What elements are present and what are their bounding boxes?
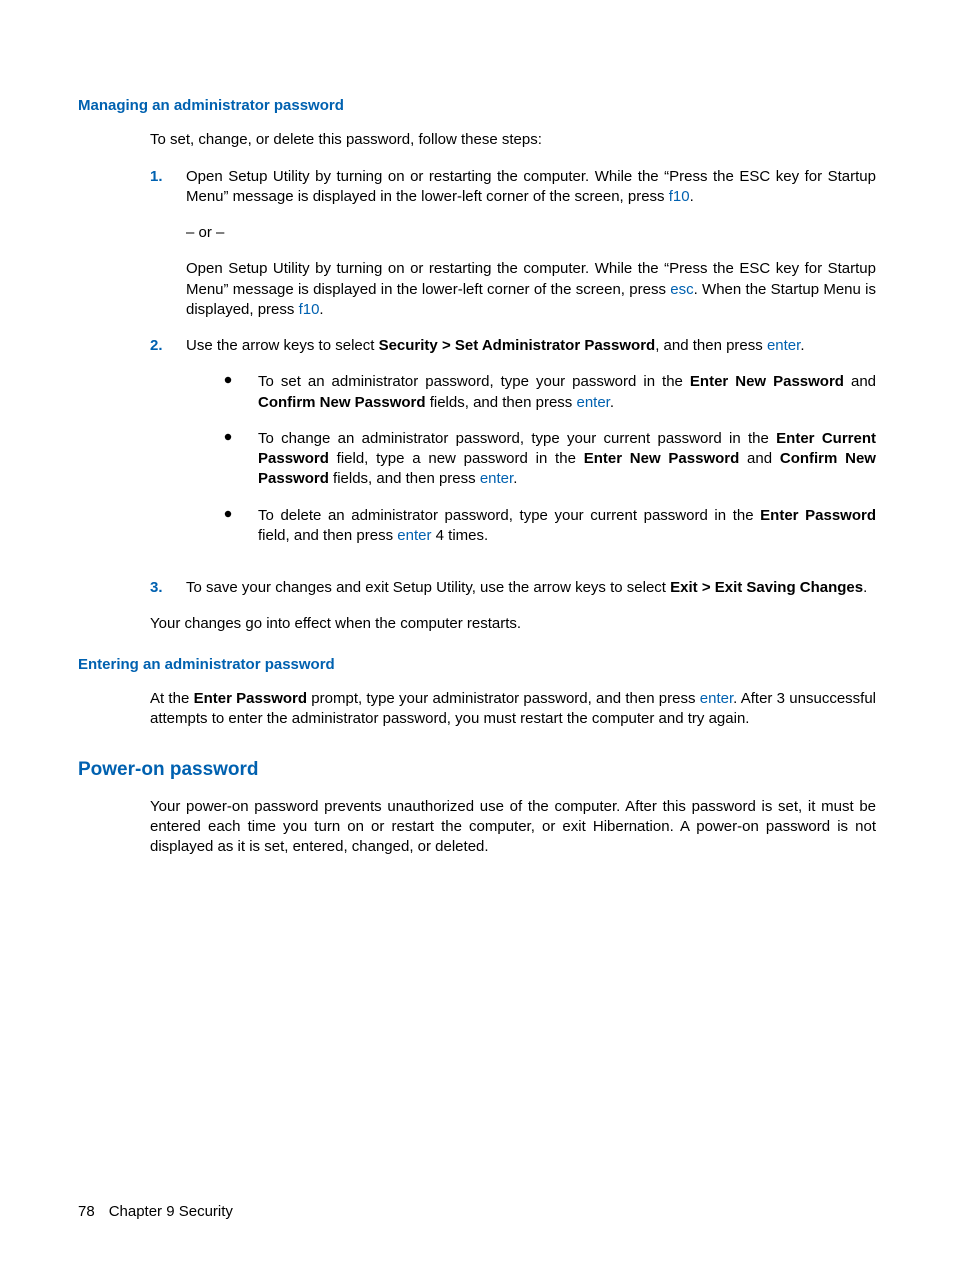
key-esc: esc <box>670 281 693 298</box>
key-f10: f10 <box>299 301 320 318</box>
document-page: Managing an administrator password To se… <box>0 0 954 858</box>
step-number: 3. <box>150 578 186 598</box>
step-body: Open Setup Utility by turning on or rest… <box>186 167 876 321</box>
heading-managing-admin-password: Managing an administrator password <box>78 96 876 116</box>
page-footer: 78 Chapter 9 Security <box>78 1202 233 1222</box>
step-2-paragraph: Use the arrow keys to select Security > … <box>186 336 876 356</box>
step-1: 1. Open Setup Utility by turning on or r… <box>150 167 876 321</box>
step-1-paragraph-2: Open Setup Utility by turning on or rest… <box>186 259 876 320</box>
key-enter: enter <box>576 394 609 411</box>
bullet-body: To delete an administrator password, typ… <box>258 506 876 547</box>
step-number: 1. <box>150 167 186 321</box>
step-body: To save your changes and exit Setup Util… <box>186 578 876 598</box>
key-enter: enter <box>480 470 513 487</box>
step-1-or: – or – <box>186 223 876 243</box>
bullet-body: To set an administrator password, type y… <box>258 372 876 413</box>
page-number: 78 <box>78 1203 95 1220</box>
heading-entering-admin-password: Entering an administrator password <box>78 655 876 675</box>
intro-paragraph: To set, change, or delete this password,… <box>150 130 876 150</box>
section2-paragraph: At the Enter Password prompt, type your … <box>150 689 876 730</box>
step-3-paragraph: To save your changes and exit Setup Util… <box>186 578 876 598</box>
step-2: 2. Use the arrow keys to select Security… <box>150 336 876 562</box>
step-1-paragraph-1: Open Setup Utility by turning on or rest… <box>186 167 876 208</box>
outro-paragraph: Your changes go into effect when the com… <box>150 614 876 634</box>
bullet-item: To change an administrator password, typ… <box>222 429 876 490</box>
bullet-item: To delete an administrator password, typ… <box>222 506 876 547</box>
section3-paragraph: Your power-on password prevents unauthor… <box>150 797 876 858</box>
bullet-icon <box>222 506 258 547</box>
key-f10: f10 <box>669 188 690 205</box>
key-enter: enter <box>700 690 733 707</box>
bullet-icon <box>222 372 258 413</box>
step-body: Use the arrow keys to select Security > … <box>186 336 876 562</box>
step-number: 2. <box>150 336 186 562</box>
bullet-icon <box>222 429 258 490</box>
bullet-item: To set an administrator password, type y… <box>222 372 876 413</box>
bullet-body: To change an administrator password, typ… <box>258 429 876 490</box>
chapter-label: Chapter 9 Security <box>109 1203 233 1220</box>
key-enter: enter <box>397 527 431 544</box>
key-enter: enter <box>767 337 800 354</box>
step-3: 3. To save your changes and exit Setup U… <box>150 578 876 598</box>
heading-power-on-password: Power-on password <box>78 757 876 783</box>
